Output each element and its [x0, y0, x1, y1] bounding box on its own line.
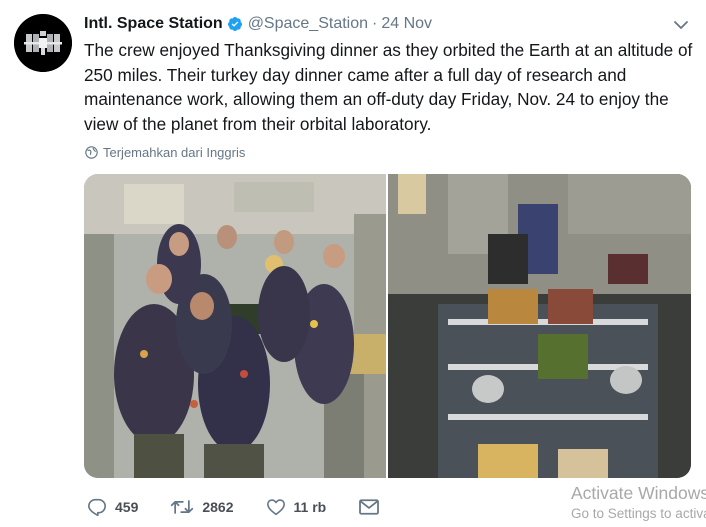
like-count: 11 rb [293, 499, 327, 515]
tweet-date[interactable]: 24 Nov [381, 15, 432, 33]
avatar[interactable] [14, 14, 72, 72]
tweet-card: Intl. Space Station @Space_Station · 24 … [0, 0, 706, 527]
tweet-actions: 459 2862 11 rb [87, 495, 420, 519]
crew-group-photo[interactable] [84, 174, 386, 478]
reply-icon [88, 498, 106, 516]
verified-badge-icon [227, 16, 243, 32]
tweet-text-line: The crew enjoyed Thanksgiving dinner as … [84, 40, 693, 60]
tweet-text-line: maintenance work, allowing them an off-d… [84, 89, 669, 110]
retweet-icon [171, 500, 194, 514]
thanksgiving-food-table-photo[interactable] [388, 174, 691, 478]
translate-link[interactable]: Terjemahkan dari Inggris [85, 145, 245, 160]
tweet-text-line: view of the planet from their orbital la… [84, 113, 432, 134]
windows-activation-watermark: Activate Windows Go to Settings to activ… [571, 482, 706, 524]
retweet-count: 2862 [202, 499, 234, 515]
tweet-text-line: 250 miles. Their turkey day dinner came … [84, 64, 627, 85]
tweet-text: The crew enjoyed Thanksgiving dinner as … [84, 38, 694, 136]
reply-count: 459 [115, 499, 139, 515]
like-button[interactable]: 11 rb [266, 498, 327, 516]
globe-icon [85, 146, 98, 159]
iss-station-icon [14, 14, 72, 72]
heart-icon [266, 499, 285, 516]
chevron-down-icon[interactable] [672, 16, 690, 34]
reply-button[interactable]: 459 [87, 498, 138, 516]
display-name[interactable]: Intl. Space Station [84, 15, 223, 33]
tweet-header: Intl. Space Station @Space_Station · 24 … [84, 13, 432, 35]
translate-label[interactable]: Terjemahkan dari Inggris [103, 145, 245, 160]
envelope-icon [359, 499, 380, 515]
watermark-subtitle: Go to Settings to activate Windows. [571, 506, 706, 521]
handle[interactable]: @Space_Station [248, 15, 368, 33]
retweet-button[interactable]: 2862 [170, 498, 234, 516]
separator-dot: · [372, 15, 378, 32]
media-grid [84, 174, 691, 478]
message-button[interactable] [358, 498, 388, 516]
watermark-title: Activate Windows [571, 483, 706, 503]
